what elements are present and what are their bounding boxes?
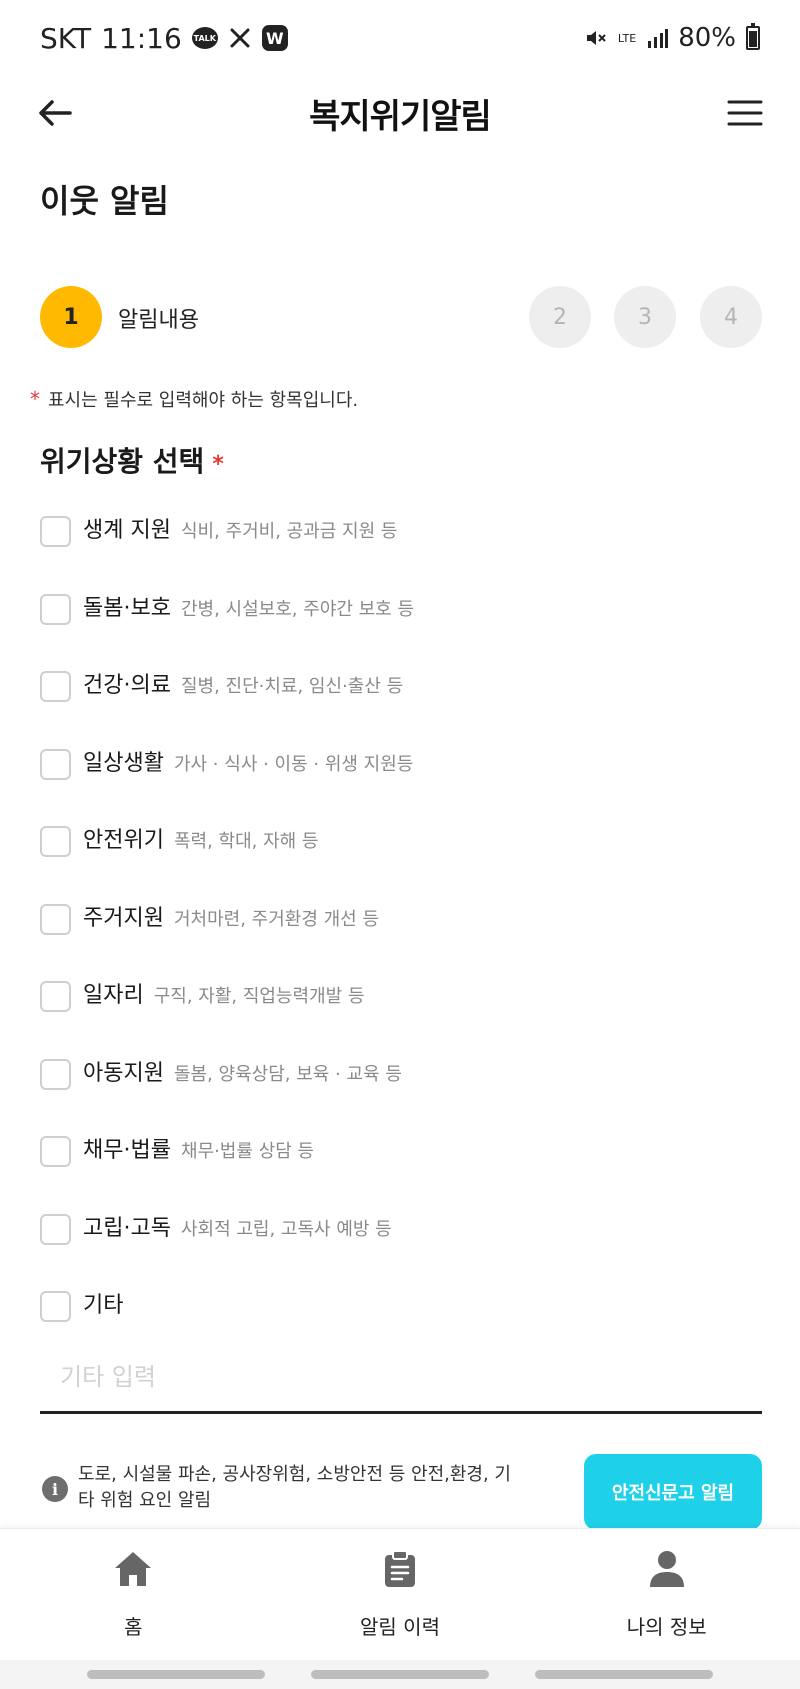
option-daily-life[interactable]: 일상생활 가사 · 식사 · 이동 · 위생 지원등 [40,745,762,823]
checkbox[interactable] [40,903,71,935]
checkbox[interactable] [40,671,71,702]
tools-icon [228,26,252,50]
option-desc: 폭력, 학대, 자해 등 [173,831,319,852]
option-name: 주거지원 [83,905,164,931]
option-name: 안전위기 [83,828,164,853]
option-desc: 가사 · 식사 · 이동 · 위생 지원등 [173,753,414,775]
nav-profile-label: 나의 정보 [626,1615,707,1639]
nav-history-label: 알림 이력 [360,1615,440,1639]
nav-home-label: 홈 [124,1615,143,1639]
option-desc: 채무·법률 상담 등 [180,1141,315,1162]
gesture-handle[interactable] [535,1670,713,1679]
app-header: 복지위기알림 [0,76,800,150]
nav-history[interactable]: 알림 이력 [267,1529,534,1660]
checkbox[interactable] [40,1213,71,1245]
stepper: 1 알림내용 2 3 4 [40,286,762,348]
option-desc: 거처마련, 주거환경 개선 등 [173,908,380,930]
checkbox[interactable] [40,1136,71,1167]
system-gesture-bar [0,1660,800,1689]
status-left: SKT 11:16 TALK W [40,22,288,55]
checkbox[interactable] [40,593,71,625]
status-bar: SKT 11:16 TALK W LTE 80% [0,0,800,76]
hamburger-icon [727,100,763,126]
option-name: 생계 지원 [83,518,171,543]
option-livelihood[interactable]: 생계 지원 식비, 주거비, 공과금 지원 등 [40,512,762,590]
option-isolation[interactable]: 고립·고독 사회적 고립, 고독사 예방 등 [40,1210,762,1288]
lte-icon: LTE [617,31,637,45]
option-name: 기타 [83,1293,124,1318]
carrier-label: SKT [40,21,92,55]
checkbox[interactable] [40,1058,71,1090]
section-required-mark: * [212,452,224,477]
section-title-text: 위기상황 선택 [40,445,205,478]
required-note: * 표시는 필수로 입력해야 하는 항목입니다. [30,386,358,412]
nav-home[interactable]: 홈 [0,1529,267,1660]
option-child[interactable]: 아동지원 돌봄, 양육상담, 보육 · 교육 등 [40,1055,762,1133]
required-note-text: 표시는 필수로 입력해야 하는 항목입니다. [48,390,359,411]
battery-percent: 80% [678,23,736,53]
step-1-indicator: 1 [40,286,102,348]
info-icon: i [42,1476,68,1502]
step-3-indicator: 3 [614,286,676,348]
kakaotalk-icon: TALK [191,27,218,49]
bottom-nav: 홈 알림 이력 나의 정보 [0,1528,800,1660]
option-name: 건강·의료 [83,673,171,698]
section-title: 위기상황 선택 * [40,440,224,480]
clipboard-icon [380,1549,420,1589]
safety-report-bar: i 도로, 시설물 파손, 공사장위험, 소방안전 등 안전,환경, 기타 위험… [40,1454,762,1530]
option-safety[interactable]: 안전위기 폭력, 학대, 자해 등 [40,822,762,900]
option-name: 일자리 [83,983,144,1008]
back-arrow-icon [39,100,72,126]
option-care[interactable]: 돌봄·보호 간병, 시설보호, 주야간 보호 등 [40,590,762,668]
checkbox[interactable] [40,826,71,857]
option-jobs[interactable]: 일자리 구직, 자활, 직업능력개발 등 [40,977,762,1055]
option-health[interactable]: 건강·의료 질병, 진단·치료, 임신·출산 등 [40,667,762,745]
battery-icon [746,23,760,50]
option-name: 일상생활 [83,750,164,776]
option-name: 채무·법률 [83,1138,171,1163]
option-desc: 사회적 고립, 고독사 예방 등 [180,1218,392,1240]
option-desc: 구직, 자활, 직업능력개발 등 [153,986,365,1007]
clock: 11:16 [101,21,182,55]
step-1-label: 알림내용 [118,308,199,333]
other-text-input[interactable] [40,1342,762,1414]
w-app-icon: W [261,25,288,51]
status-right: LTE 80% [584,23,760,53]
app-title: 복지위기알림 [309,96,492,137]
safety-info-text: 도로, 시설물 파손, 공사장위험, 소방안전 등 안전,환경, 기타 위험 요… [78,1464,511,1511]
signal-icon [646,27,669,49]
option-desc: 식비, 주거비, 공과금 지원 등 [180,521,398,542]
safety-report-button[interactable]: 안전신문고 알림 [584,1454,762,1530]
option-desc: 간병, 시설보호, 주야간 보호 등 [180,598,415,620]
option-housing[interactable]: 주거지원 거처마련, 주거환경 개선 등 [40,900,762,978]
home-icon [113,1549,153,1589]
person-icon [647,1549,687,1589]
checkbox[interactable] [40,516,71,547]
required-asterisk: * [30,387,40,411]
option-name: 돌봄·보호 [83,595,171,621]
back-button[interactable] [34,92,76,134]
option-desc: 질병, 진단·치료, 임신·출산 등 [180,676,404,697]
option-name: 고립·고독 [83,1215,171,1241]
checkbox[interactable] [40,981,71,1012]
gesture-handle[interactable] [87,1670,265,1679]
nav-profile[interactable]: 나의 정보 [533,1529,800,1660]
option-name: 아동지원 [83,1060,164,1086]
mute-icon [584,26,608,50]
page-title: 이웃 알림 [40,182,169,220]
menu-button[interactable] [724,92,766,134]
step-4-indicator: 4 [700,286,762,348]
option-debt-legal[interactable]: 채무·법률 채무·법률 상담 등 [40,1132,762,1210]
step-2-indicator: 2 [529,286,591,348]
option-desc: 돌봄, 양육상담, 보육 · 교육 등 [173,1063,402,1085]
gesture-handle[interactable] [311,1670,489,1679]
checkbox[interactable] [40,1291,71,1322]
checkbox[interactable] [40,748,71,780]
crisis-option-list: 생계 지원 식비, 주거비, 공과금 지원 등 돌봄·보호 간병, 시설보호, 주야… [40,512,762,1365]
